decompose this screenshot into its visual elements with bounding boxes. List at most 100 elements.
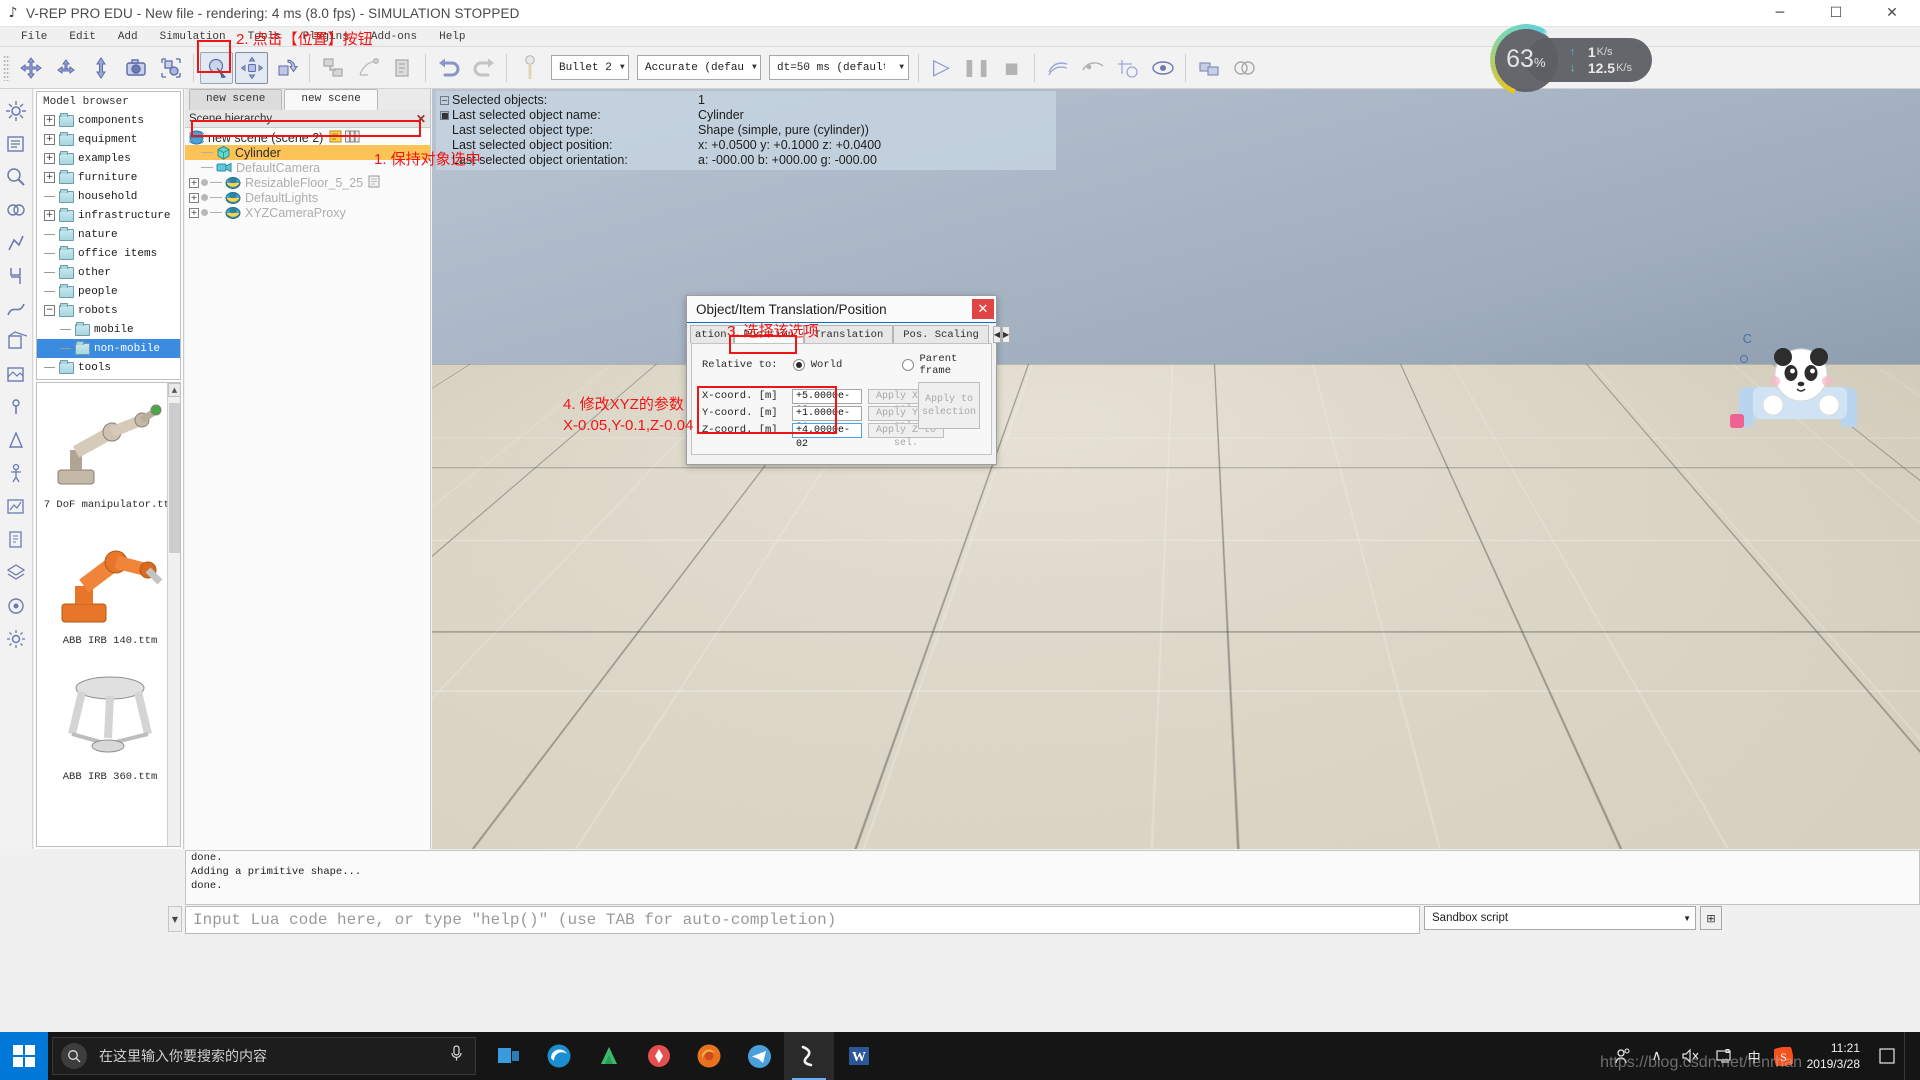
taskbar-firefox-icon[interactable] xyxy=(684,1032,734,1080)
layer-stack-icon[interactable] xyxy=(2,557,31,588)
ik-icon[interactable] xyxy=(2,227,31,258)
lua-input-field[interactable]: Input Lua code here, or type "help()" (u… xyxy=(185,906,1420,934)
layers-icon[interactable] xyxy=(1192,52,1225,84)
scroll-up-icon[interactable]: ▲ xyxy=(168,383,181,397)
close-button[interactable]: ✕ xyxy=(1864,0,1920,27)
model-thumbnail[interactable]: ABB IRB 360.ttm xyxy=(37,655,181,791)
path-icon[interactable] xyxy=(2,293,31,324)
status-console[interactable]: done.Adding a primitive shape...done. xyxy=(185,850,1920,905)
sensor-icon[interactable] xyxy=(2,425,31,456)
collision-detect-icon[interactable] xyxy=(2,194,31,225)
model-tree-item-tools[interactable]: tools xyxy=(37,358,180,377)
model-tree-item-non-mobile[interactable]: non-mobile xyxy=(37,339,180,358)
toolbar-grip[interactable] xyxy=(3,55,10,81)
microphone-icon[interactable] xyxy=(450,1045,475,1067)
performance-widget[interactable]: 63 % ↑ 1 K/s ↓ 12.5 K/s xyxy=(1494,28,1652,92)
scene-pages-icon[interactable] xyxy=(345,130,360,146)
coordinate-input[interactable]: +1.0000e-01 xyxy=(792,406,862,421)
close-icon[interactable]: ✕ xyxy=(416,112,426,126)
scene-script-icon[interactable] xyxy=(329,130,342,146)
assembly-icon[interactable] xyxy=(154,52,187,84)
scene-tab-1[interactable]: new scene xyxy=(284,89,377,110)
tree-expander[interactable]: + xyxy=(44,134,55,145)
stop-simulation-button[interactable]: ■ xyxy=(995,52,1028,84)
timestep-select[interactable]: dt=50 ms (default) ▼ xyxy=(769,55,909,80)
model-tree-item-mobile[interactable]: mobile xyxy=(37,320,180,339)
model-tree-item-household[interactable]: household xyxy=(37,187,180,206)
taskbar-telegram-icon[interactable] xyxy=(734,1032,784,1080)
taskbar-vrep-icon[interactable] xyxy=(784,1032,834,1080)
object-orientation-icon[interactable] xyxy=(270,52,303,84)
hierarchy-expander[interactable]: + xyxy=(189,193,199,203)
accuracy-select[interactable]: Accurate (defau ▼ xyxy=(637,55,761,80)
radio-parent-frame[interactable] xyxy=(902,359,914,371)
menu-item-file[interactable]: File xyxy=(10,29,58,45)
notifications-icon[interactable] xyxy=(1870,1032,1904,1080)
object-lift-icon[interactable] xyxy=(84,52,117,84)
clock[interactable]: 11:21 2019/3/28 xyxy=(1801,1040,1870,1072)
tree-expander[interactable]: + xyxy=(44,153,55,164)
object-rotate-icon[interactable] xyxy=(49,52,82,84)
calculation-icon[interactable] xyxy=(2,161,31,192)
scroll-thumb[interactable] xyxy=(169,403,180,553)
hierarchy-item-ResizableFloor_5_25[interactable]: +ResizableFloor_5_25 xyxy=(185,175,430,190)
model-tree-item-infrastructure[interactable]: +infrastructure xyxy=(37,206,180,225)
tree-expander[interactable]: + xyxy=(44,210,55,221)
scene-3d-view[interactable]: EDU xyxy=(432,89,1920,849)
model-thumbnail[interactable]: ABB IRB 140.ttm xyxy=(37,519,181,655)
dialog-tab-next-icon[interactable]: ▶ xyxy=(1002,326,1010,343)
coordinate-input[interactable]: +5.0000e-02 xyxy=(792,389,862,404)
model-tree-item-furniture[interactable]: +furniture xyxy=(37,168,180,187)
camera-icon[interactable] xyxy=(119,52,152,84)
physics-engine-select[interactable]: Bullet 2 ▼ xyxy=(551,55,629,80)
model-browser-tree[interactable]: Model browser +components+equipment+exam… xyxy=(36,91,181,380)
tree-expander[interactable]: − xyxy=(44,305,55,316)
radio-world[interactable] xyxy=(793,359,805,371)
script-target-select[interactable]: Sandbox script ▼ xyxy=(1424,906,1696,930)
start-simulation-button[interactable]: ▷ xyxy=(925,52,958,84)
select-object-icon[interactable] xyxy=(200,52,233,84)
dialog-close-icon[interactable]: ✕ xyxy=(972,299,994,319)
hierarchy-expander[interactable]: + xyxy=(189,178,199,188)
model-tree-item-people[interactable]: people xyxy=(37,282,180,301)
object-properties-icon[interactable] xyxy=(2,128,31,159)
pointer-icon[interactable] xyxy=(513,52,546,84)
cylinder-object[interactable] xyxy=(1004,519,1058,568)
script-icon[interactable] xyxy=(2,524,31,555)
scene-properties-icon[interactable] xyxy=(2,95,31,126)
clipping-icon[interactable] xyxy=(386,52,419,84)
model-tree-item-equipment[interactable]: +equipment xyxy=(37,130,180,149)
dynamics-icon[interactable] xyxy=(351,52,384,84)
model-tree-item-robots[interactable]: −robots xyxy=(37,301,180,320)
show-desktop-button[interactable] xyxy=(1904,1032,1912,1080)
taskbar-edge-icon[interactable] xyxy=(534,1032,584,1080)
model-tree-item-other[interactable]: other xyxy=(37,263,180,282)
expand-icon[interactable]: ■ xyxy=(440,111,449,120)
collision-icon[interactable] xyxy=(1227,52,1260,84)
scene-hierarchy-tree[interactable]: new scene (scene 2)CylinderDefaultCamera… xyxy=(185,128,430,888)
hierarchy-item-new-scene--scene-2-[interactable]: new scene (scene 2) xyxy=(185,130,430,145)
taskbar-explorer-icon[interactable] xyxy=(634,1032,684,1080)
collapse-icon[interactable]: − xyxy=(440,96,449,105)
model-script-icon[interactable] xyxy=(368,175,380,191)
console-scroll-down-icon[interactable]: ▼ xyxy=(168,906,182,932)
maximize-button[interactable]: ☐ xyxy=(1808,0,1864,27)
object-shift-icon[interactable] xyxy=(14,52,47,84)
redo-icon[interactable] xyxy=(467,52,500,84)
menu-item-simulation[interactable]: Simulation xyxy=(149,29,237,45)
model-list-scrollbar[interactable]: ▲ xyxy=(167,383,180,846)
taskbar-store-icon[interactable] xyxy=(584,1032,634,1080)
settings-gear-icon[interactable] xyxy=(2,623,31,654)
eye-icon[interactable] xyxy=(1146,52,1179,84)
menu-item-add[interactable]: Add xyxy=(107,29,149,45)
model-tree-item-examples[interactable]: +examples xyxy=(37,149,180,168)
start-button[interactable] xyxy=(0,1032,48,1080)
dynamics-settings-icon[interactable] xyxy=(2,590,31,621)
view-selector-icon[interactable] xyxy=(1076,52,1109,84)
hierarchy-expander[interactable]: + xyxy=(189,208,199,218)
joint-icon[interactable] xyxy=(2,392,31,423)
dialog-tab-prev-icon[interactable]: ◀ xyxy=(993,326,1001,343)
coordinate-input[interactable]: +4.0000e-02 xyxy=(792,423,862,438)
taskbar-search-box[interactable]: 在这里输入你要搜索的内容 xyxy=(52,1037,476,1075)
apply-to-selection-button[interactable]: Apply to selection xyxy=(918,382,980,429)
